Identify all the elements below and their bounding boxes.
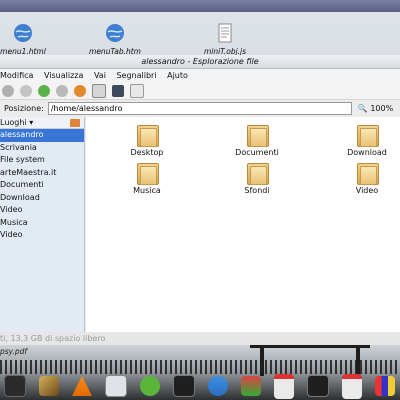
window-icon[interactable] [342, 373, 362, 399]
sidebar-header[interactable]: Luoghi ▾ [0, 117, 84, 129]
sidebar-item-documenti[interactable]: Documenti [0, 179, 84, 192]
menu-segnalibri[interactable]: Segnalibri [116, 71, 156, 80]
places-sidebar: Luoghi ▾ alessandro Scrivania File syste… [0, 117, 85, 332]
dock [0, 372, 400, 400]
toolbar [0, 82, 400, 100]
file-manager-window: alessandro - Esplorazione file Modifica … [0, 55, 400, 345]
home-icon[interactable] [92, 83, 106, 98]
reload-icon[interactable] [74, 84, 86, 97]
folder-desktop[interactable]: Desktop [102, 123, 192, 157]
status-bar: ti, 13,3 GB di spazio libero [0, 332, 400, 345]
sidebar-item-scrivania[interactable]: Scrivania [0, 142, 84, 155]
folder-video[interactable]: Video [322, 161, 400, 195]
globe-html-icon [14, 24, 32, 42]
folder-label: Video [355, 186, 379, 195]
folder-label: Documenti [235, 148, 279, 157]
package-icon[interactable] [241, 376, 261, 396]
sidebar-item-home[interactable]: alessandro [0, 129, 84, 142]
zoom-control[interactable]: 🔍 100% [358, 104, 393, 113]
quill-icon[interactable] [39, 376, 59, 396]
desktop-file-minit[interactable]: miniT.obj.js [190, 22, 260, 56]
vlc-icon[interactable] [72, 376, 92, 396]
location-bar: Posizione: 🔍 100% [0, 100, 400, 117]
sidebar-item-artemaestra[interactable]: arteMaestra.it [0, 167, 84, 180]
terminal-icon[interactable] [173, 375, 195, 397]
text-file-icon [218, 23, 232, 43]
folder-download[interactable]: Download [322, 123, 400, 157]
folder-icon [137, 123, 159, 147]
folder-label: Download [347, 148, 387, 157]
sidebar-item-download[interactable]: Download [0, 192, 84, 205]
menu-aiuto[interactable]: Ajuto [167, 71, 188, 80]
top-panel [0, 0, 400, 12]
menu-modifica[interactable]: Modifica [0, 71, 33, 80]
folder-label: Musica [133, 186, 161, 195]
desktop-file-menu1[interactable]: menu1.html [0, 22, 58, 56]
desktop-file-menutab[interactable]: menuTab.htm [80, 22, 150, 56]
window-icon[interactable] [274, 373, 294, 399]
terminal-icon[interactable] [4, 375, 26, 397]
location-label: Posizione: [4, 104, 44, 113]
menu-vai[interactable]: Vai [94, 71, 106, 80]
sidebar-item-video-2[interactable]: Video [0, 229, 84, 242]
media-player-icon[interactable] [140, 376, 160, 396]
folder-icon [137, 161, 159, 185]
folder-label: Sfondi [244, 186, 270, 195]
folder-icon [247, 161, 269, 185]
folder-icon [357, 123, 379, 147]
forward-icon[interactable] [20, 84, 32, 97]
back-icon[interactable] [2, 84, 14, 97]
globe-html-icon [106, 24, 124, 42]
menu-visualizza[interactable]: Visualizza [44, 71, 83, 80]
up-icon[interactable] [38, 84, 50, 97]
sidebar-item-filesystem[interactable]: File system [0, 154, 84, 167]
sidebar-header-label: Luoghi ▾ [0, 118, 34, 127]
zoom-value: 100% [370, 104, 394, 113]
folder-label: Desktop [130, 148, 164, 157]
search-icon[interactable] [130, 83, 144, 98]
users-icon[interactable] [208, 376, 228, 396]
sidebar-item-video[interactable]: Video [0, 204, 84, 217]
desktop-file-label[interactable]: psy.pdf [0, 347, 27, 356]
menu-bar: Modifica Visualizza Vai Segnalibri Ajuto [0, 69, 400, 82]
computer-icon[interactable] [112, 84, 124, 97]
window-body: Luoghi ▾ alessandro Scrivania File syste… [0, 117, 400, 332]
sidebar-item-musica[interactable]: Musica [0, 217, 84, 230]
stop-icon[interactable] [56, 84, 68, 97]
folder-documenti[interactable]: Documenti [212, 123, 302, 157]
folder-musica[interactable]: Musica [102, 161, 192, 195]
terminal-icon[interactable] [307, 375, 329, 397]
location-input[interactable] [47, 102, 352, 115]
folder-icon [357, 161, 379, 185]
rubik-icon[interactable] [375, 376, 395, 396]
folder-icon [247, 123, 269, 147]
close-icon[interactable] [70, 118, 80, 127]
window-title[interactable]: alessandro - Esplorazione file [0, 55, 400, 69]
file-view: Desktop Documenti Download Musica Sfondi… [86, 117, 400, 332]
folder-sfondi[interactable]: Sfondi [212, 161, 302, 195]
file-manager-icon[interactable] [105, 375, 127, 397]
